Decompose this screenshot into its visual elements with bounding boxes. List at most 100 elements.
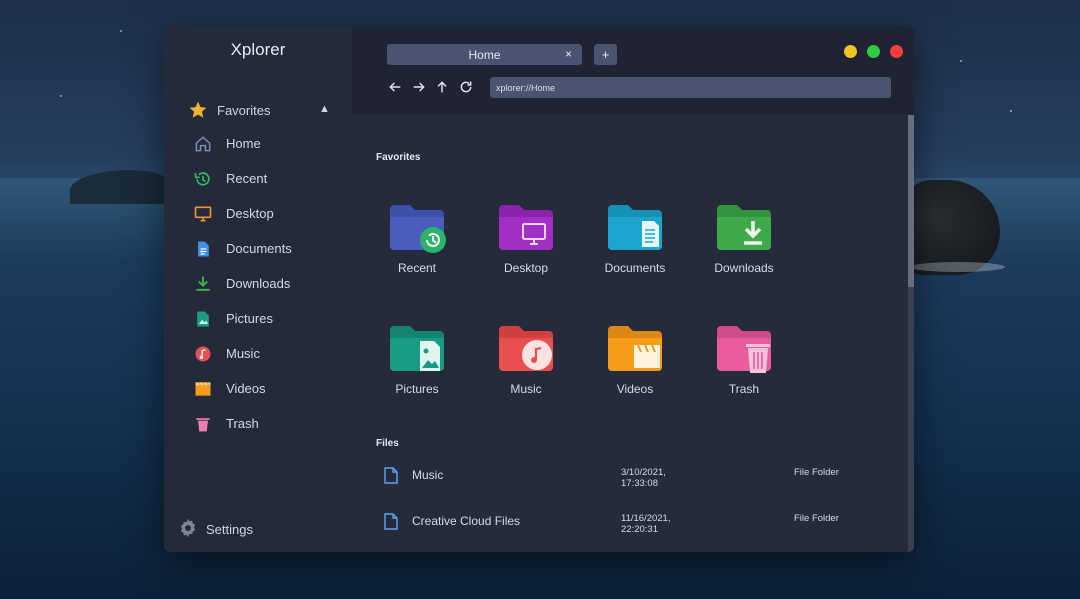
file-type: File Folder bbox=[794, 513, 839, 524]
file-name: Music bbox=[412, 468, 444, 482]
sidebar-item-label: Desktop bbox=[226, 206, 274, 221]
sidebar-item-label: Documents bbox=[226, 241, 292, 256]
favorite-tile-videos[interactable]: Videos bbox=[585, 324, 685, 414]
gear-icon bbox=[180, 518, 196, 538]
file-row[interactable]: Music 3/10/2021, 17:33:08 File Folder bbox=[384, 463, 884, 497]
maximize-button[interactable] bbox=[867, 45, 880, 58]
favorite-tile-pictures[interactable]: Pictures bbox=[367, 324, 467, 414]
sidebar-item-trash[interactable]: Trash bbox=[193, 412, 343, 436]
trash-icon bbox=[196, 418, 210, 432]
files-section-title: Files bbox=[376, 438, 399, 449]
recent-icon bbox=[194, 172, 210, 186]
tab-label: Home bbox=[468, 48, 501, 62]
favorite-label: Trash bbox=[728, 382, 760, 396]
desktop-icon bbox=[194, 206, 212, 222]
favorite-tile-downloads[interactable]: Downloads bbox=[694, 203, 794, 293]
app-title: Xplorer bbox=[230, 40, 286, 59]
file-time-line: 22:20:31 bbox=[621, 524, 658, 535]
favorite-label: Music bbox=[510, 382, 542, 396]
pictures-icon bbox=[197, 311, 209, 327]
sidebar-item-label: Downloads bbox=[226, 276, 291, 291]
file-name: Creative Cloud Files bbox=[412, 514, 521, 528]
desktop-star bbox=[1010, 110, 1012, 112]
favorite-label: Videos bbox=[616, 382, 654, 396]
close-window-button[interactable] bbox=[890, 45, 903, 58]
new-tab-button[interactable]: + bbox=[594, 44, 617, 65]
file-type: File Folder bbox=[794, 467, 839, 478]
sidebar-item-music[interactable]: Music bbox=[193, 342, 343, 366]
favorite-label: Downloads bbox=[714, 261, 774, 275]
sidebar-item-label: Home bbox=[226, 136, 261, 151]
favorite-tile-documents[interactable]: Documents bbox=[585, 203, 685, 293]
forward-arrow-icon[interactable] bbox=[411, 79, 427, 95]
file-icon bbox=[384, 467, 398, 484]
settings-button[interactable]: Settings bbox=[177, 517, 297, 541]
star-icon bbox=[189, 101, 207, 118]
home-icon bbox=[195, 136, 211, 152]
documents-folder-icon bbox=[608, 205, 662, 250]
downloads-folder-icon bbox=[717, 205, 771, 250]
back-arrow-icon[interactable] bbox=[387, 79, 403, 95]
downloads-icon bbox=[196, 276, 210, 291]
refresh-icon[interactable] bbox=[458, 79, 474, 95]
videos-folder-icon bbox=[608, 326, 662, 371]
favorite-tile-trash[interactable]: Trash bbox=[694, 324, 794, 414]
music-icon bbox=[195, 346, 211, 362]
desktop-island bbox=[70, 170, 170, 204]
sidebar-item-label: Recent bbox=[226, 171, 268, 186]
favorite-label: Desktop bbox=[503, 261, 549, 275]
minimize-button[interactable] bbox=[844, 45, 857, 58]
sidebar-item-label: Pictures bbox=[226, 311, 273, 326]
documents-icon bbox=[198, 241, 209, 257]
sidebar-favorites-label: Favorites bbox=[217, 103, 271, 118]
favorite-label: Pictures bbox=[395, 382, 439, 396]
sidebar-favorites-header[interactable]: Favorites ▲ bbox=[188, 100, 333, 122]
favorite-label: Recent bbox=[397, 261, 437, 275]
desktop-foam bbox=[910, 262, 1005, 272]
address-value: xplorer://Home bbox=[496, 83, 556, 93]
sidebar-item-label: Videos bbox=[226, 381, 266, 396]
scrollbar[interactable] bbox=[908, 115, 914, 552]
close-icon[interactable]: × bbox=[565, 47, 572, 61]
desktop-folder-icon bbox=[499, 205, 553, 250]
sidebar-item-desktop[interactable]: Desktop bbox=[193, 202, 343, 226]
sidebar-item-pictures[interactable]: Pictures bbox=[193, 307, 343, 331]
collapse-caret-icon[interactable]: ▲ bbox=[319, 103, 330, 115]
main-content: Favorites Recent Desktop Documents Downl… bbox=[352, 115, 908, 552]
desktop-star bbox=[120, 30, 122, 32]
favorite-tile-music[interactable]: Music bbox=[476, 324, 576, 414]
sidebar-item-label: Trash bbox=[226, 416, 259, 431]
scrollbar-thumb[interactable] bbox=[908, 115, 914, 287]
sidebar: Xplorer Favorites ▲ Home Recent Desktop … bbox=[164, 27, 352, 552]
music-folder-icon bbox=[499, 326, 553, 371]
address-bar[interactable]: xplorer://Home bbox=[490, 77, 891, 98]
desktop-star bbox=[60, 95, 62, 97]
sidebar-item-recent[interactable]: Recent bbox=[193, 167, 343, 191]
sidebar-item-downloads[interactable]: Downloads bbox=[193, 272, 343, 296]
file-date: 11/16/2021, 22:20:31 bbox=[621, 513, 691, 535]
sidebar-item-home[interactable]: Home bbox=[193, 132, 343, 156]
app-window: Xplorer Favorites ▲ Home Recent Desktop … bbox=[164, 27, 914, 552]
toolbar: Home × + xplorer://Home bbox=[352, 27, 914, 115]
favorite-tile-recent[interactable]: Recent bbox=[367, 203, 467, 293]
file-time-line: 17:33:08 bbox=[621, 478, 658, 489]
recent-folder-icon bbox=[390, 205, 446, 253]
file-date-line: 3/10/2021, bbox=[621, 467, 666, 478]
settings-label: Settings bbox=[206, 522, 253, 537]
tab-home[interactable]: Home × bbox=[387, 44, 582, 65]
trash-folder-icon bbox=[717, 326, 771, 373]
favorite-tile-desktop[interactable]: Desktop bbox=[476, 203, 576, 293]
file-date-line: 11/16/2021, bbox=[621, 513, 671, 524]
file-date: 3/10/2021, 17:33:08 bbox=[621, 467, 691, 489]
sidebar-item-videos[interactable]: Videos bbox=[193, 377, 343, 401]
up-arrow-icon[interactable] bbox=[434, 79, 450, 95]
pictures-folder-icon bbox=[390, 326, 444, 371]
favorite-label: Documents bbox=[604, 261, 666, 275]
sidebar-item-label: Music bbox=[226, 346, 260, 361]
videos-icon bbox=[195, 382, 211, 396]
file-row[interactable]: Creative Cloud Files 11/16/2021, 22:20:3… bbox=[384, 509, 884, 543]
sidebar-item-documents[interactable]: Documents bbox=[193, 237, 343, 261]
desktop-star bbox=[960, 60, 962, 62]
favorites-section-title: Favorites bbox=[376, 152, 421, 163]
file-icon bbox=[384, 513, 398, 530]
